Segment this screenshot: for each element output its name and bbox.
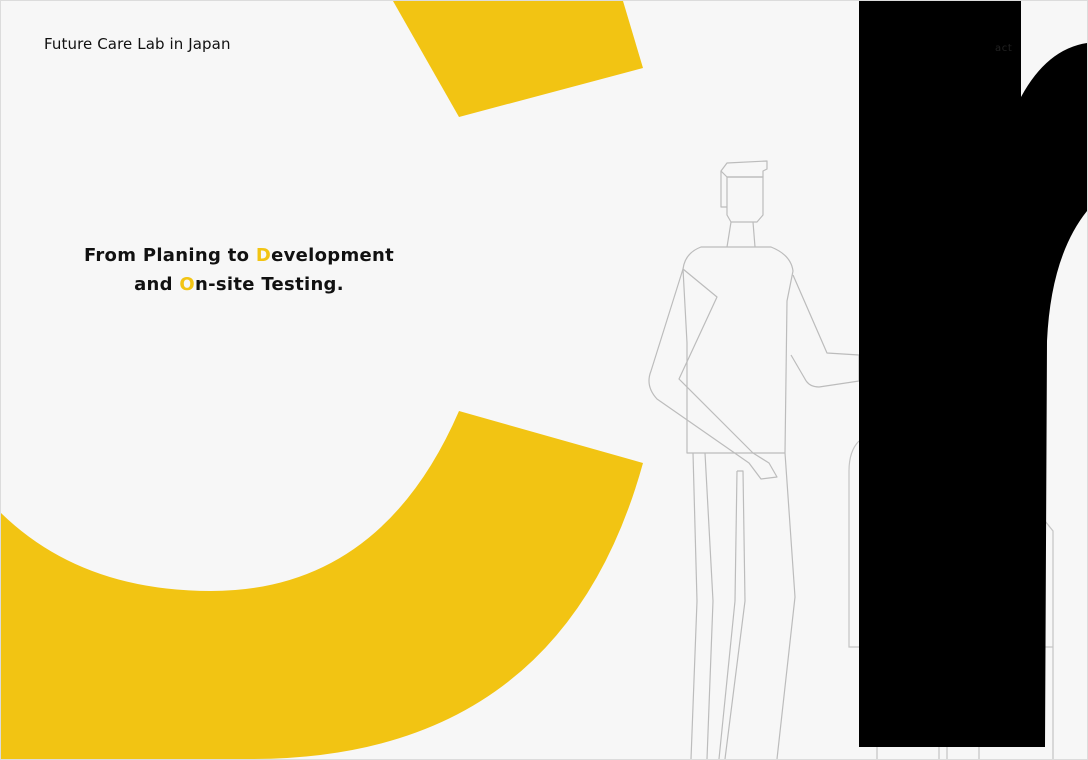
site-logo[interactable]: Future Care Lab in Japan [44, 35, 231, 53]
hero-illustration [1, 1, 1054, 759]
tagline-line1-post: evelopment [271, 245, 395, 266]
tagline-highlight-d: D [255, 245, 272, 266]
hero-tagline: From Planing to Development and On-site … [41, 241, 437, 299]
tagline-highlight-o: O [179, 274, 196, 295]
tagline-line1-pre: From Planing to [83, 245, 256, 266]
nav-contact-link[interactable]: act [995, 43, 1012, 54]
page: Future Care Lab in Japan act From Planin… [0, 0, 1088, 760]
tagline-line-1: From Planing to Development [41, 241, 437, 270]
person-outline [648, 160, 860, 759]
yellow-c-arc-bottom [1, 411, 643, 759]
tagline-line2-post: n-site Testing. [195, 274, 344, 295]
chair-outline [848, 440, 1054, 759]
yellow-c-arc-top [393, 1, 643, 117]
tagline-line2-pre: and [134, 274, 180, 295]
tagline-line-2: and On-site Testing. [41, 270, 437, 299]
